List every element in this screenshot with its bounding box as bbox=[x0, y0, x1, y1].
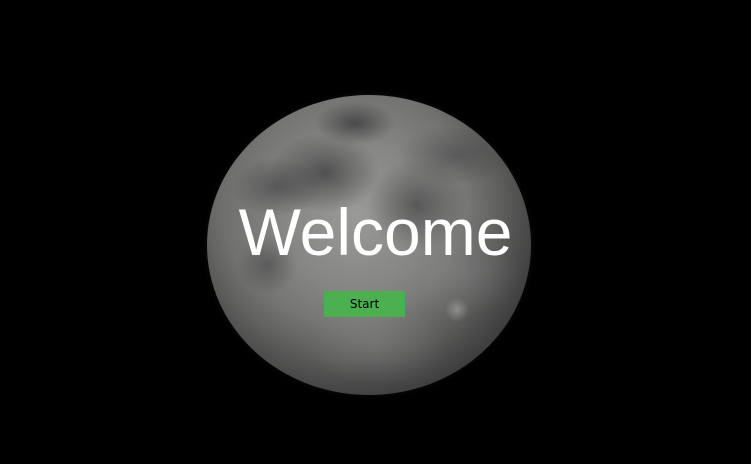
welcome-heading: Welcome bbox=[238, 195, 513, 269]
start-button[interactable]: Start bbox=[324, 291, 405, 317]
welcome-screen: Welcome Start bbox=[0, 0, 751, 464]
